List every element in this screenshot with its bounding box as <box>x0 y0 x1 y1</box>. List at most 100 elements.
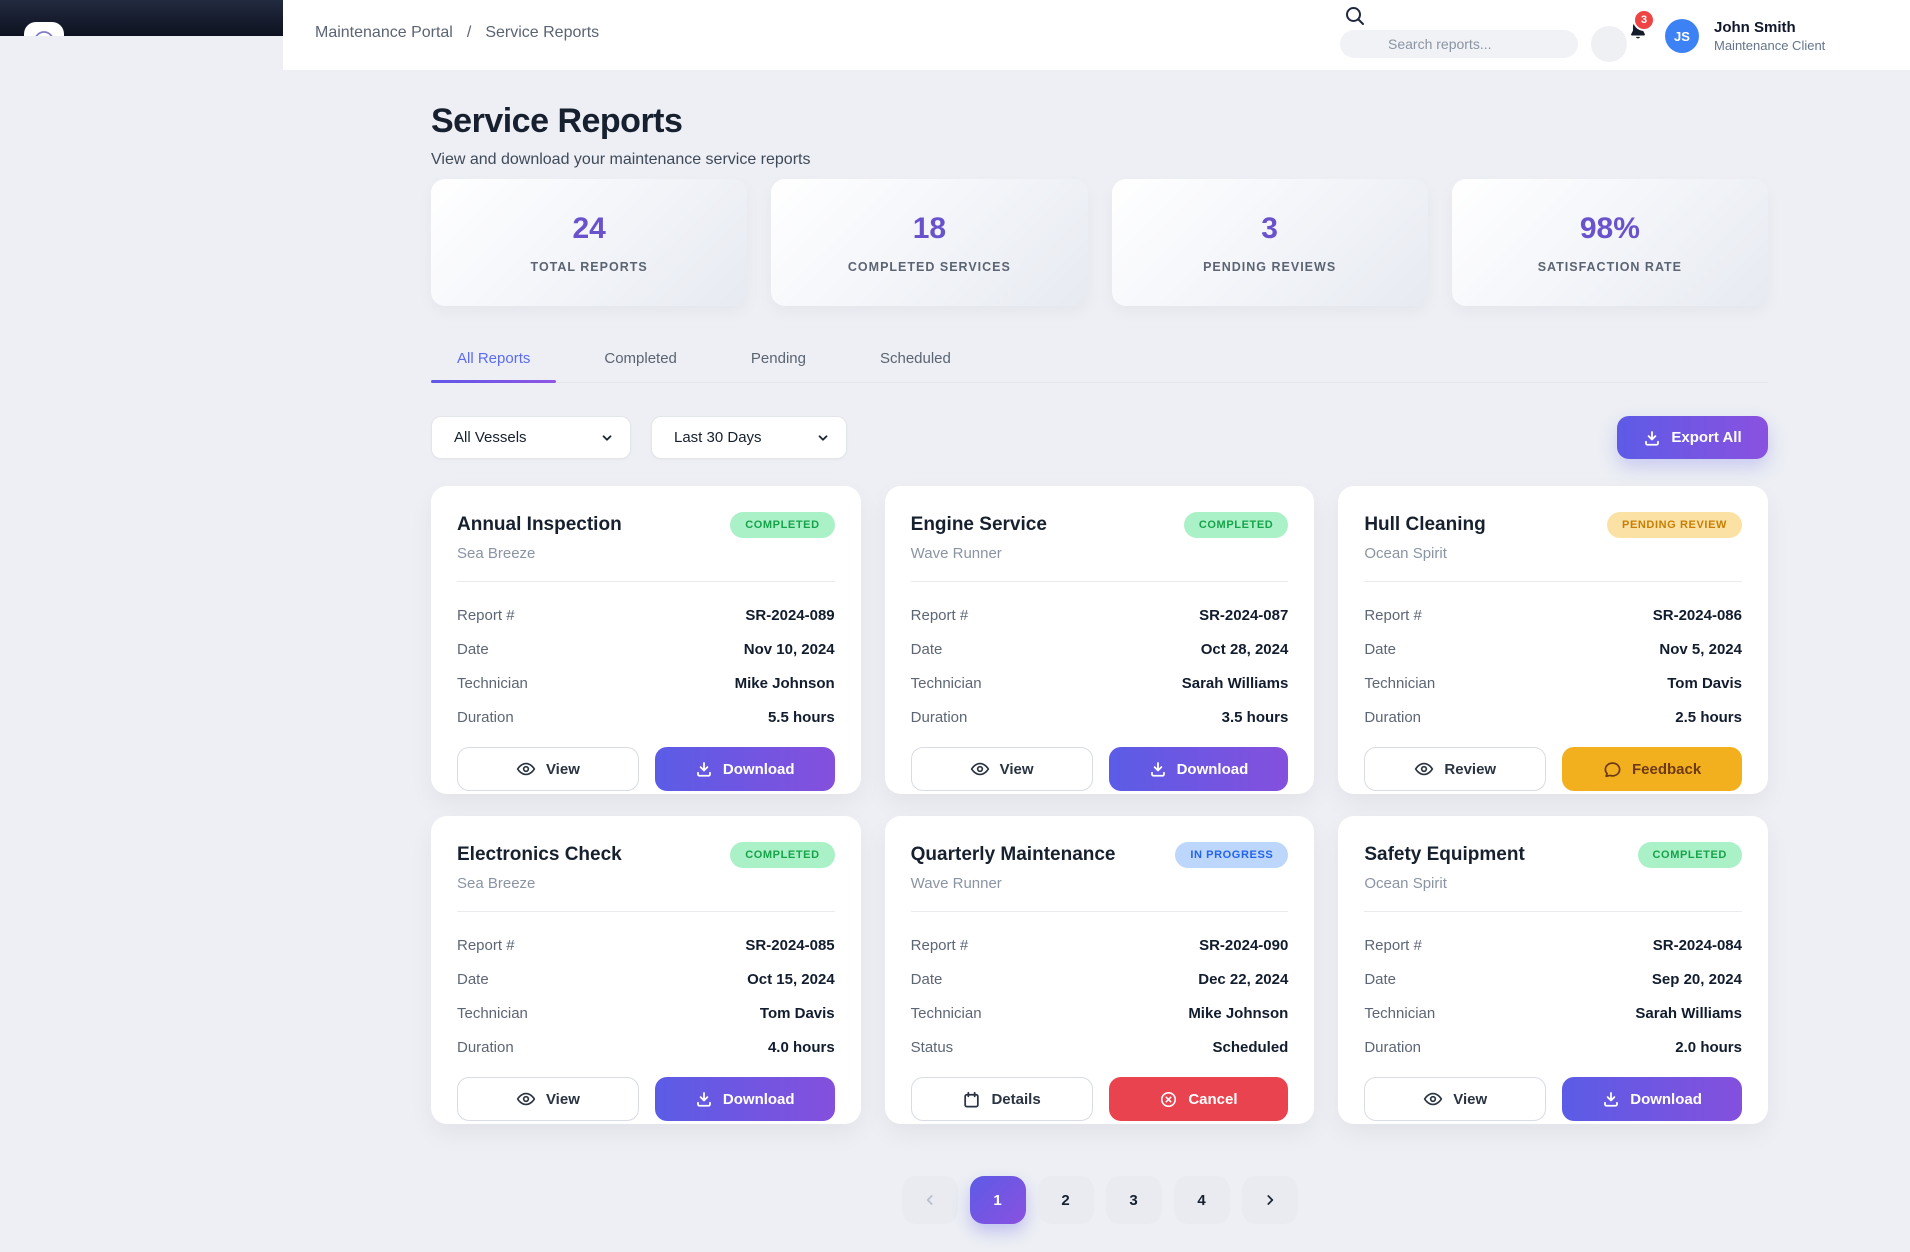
vessel-name: Ocean Spirit <box>1364 545 1742 562</box>
detail-value: 5.5 hours <box>768 709 835 726</box>
details-button-label: Details <box>991 1091 1040 1108</box>
detail-value: 4.0 hours <box>768 1039 835 1056</box>
detail-label: Status <box>911 1039 954 1056</box>
detail-label: Technician <box>457 1005 528 1022</box>
eye-icon <box>516 759 536 779</box>
view-button-label: View <box>546 1091 580 1108</box>
chevron-down-icon <box>816 431 830 445</box>
view-button-label: View <box>1453 1091 1487 1108</box>
divider <box>457 911 835 912</box>
page-button-3[interactable]: 3 <box>1106 1176 1162 1224</box>
detail-label: Date <box>1364 971 1396 988</box>
details-button[interactable]: Details <box>911 1077 1093 1121</box>
detail-label: Technician <box>911 1005 982 1022</box>
detail-value: 3.5 hours <box>1222 709 1289 726</box>
stat-value: 98% <box>1580 212 1640 246</box>
sidebar-top <box>0 0 283 36</box>
stat-label: SATISFACTION RATE <box>1538 260 1682 274</box>
detail-label: Report # <box>1364 607 1422 624</box>
status-badge: COMPLETED <box>1638 842 1742 868</box>
period-filter-select[interactable]: Last 30 Days <box>651 416 847 459</box>
report-card: Annual Inspection COMPLETED Sea Breeze R… <box>431 486 861 794</box>
vessel-filter-select[interactable]: All Vessels <box>431 416 631 459</box>
next-page-button[interactable] <box>1242 1176 1298 1224</box>
app-logo[interactable] <box>24 22 64 36</box>
report-details: Report #SR-2024-089 DateNov 10, 2024 Tec… <box>457 598 835 734</box>
vessel-name: Ocean Spirit <box>1364 875 1742 892</box>
helm-icon <box>32 29 56 36</box>
download-button-label: Download <box>1177 761 1249 778</box>
tab-scheduled[interactable]: Scheduled <box>854 350 977 382</box>
report-details: Report #SR-2024-090 DateDec 22, 2024 Tec… <box>911 928 1289 1064</box>
reports-grid: Annual Inspection COMPLETED Sea Breeze R… <box>431 486 1768 1124</box>
cancel-button-label: Cancel <box>1188 1091 1237 1108</box>
notifications-button[interactable]: 3 <box>1591 6 1647 62</box>
stat-satisfaction-rate: 98% SATISFACTION RATE <box>1452 179 1768 306</box>
divider <box>457 581 835 582</box>
search-input[interactable] <box>1340 30 1578 58</box>
download-icon <box>1149 760 1167 778</box>
tab-all-reports[interactable]: All Reports <box>431 350 556 382</box>
view-button-label: View <box>1000 761 1034 778</box>
page-button-2[interactable]: 2 <box>1038 1176 1094 1224</box>
detail-value: SR-2024-084 <box>1653 937 1742 954</box>
page-button-4[interactable]: 4 <box>1174 1176 1230 1224</box>
view-button[interactable]: View <box>1364 1077 1546 1121</box>
detail-label: Report # <box>457 937 515 954</box>
detail-value: 2.5 hours <box>1675 709 1742 726</box>
download-button[interactable]: Download <box>1562 1077 1742 1121</box>
detail-label: Date <box>457 971 489 988</box>
tab-pending[interactable]: Pending <box>725 350 832 382</box>
user-menu[interactable]: JS John Smith Maintenance Client <box>1665 18 1825 54</box>
download-button[interactable]: Download <box>655 747 835 791</box>
detail-label: Duration <box>1364 1039 1421 1056</box>
cancel-button[interactable]: Cancel <box>1109 1077 1289 1121</box>
vessel-name: Sea Breeze <box>457 875 835 892</box>
detail-label: Duration <box>457 709 514 726</box>
main-content: Service Reports View and download your m… <box>431 70 1768 1224</box>
page-title: Service Reports <box>431 102 1768 141</box>
view-button[interactable]: View <box>457 1077 639 1121</box>
download-icon <box>695 1090 713 1108</box>
report-title: Engine Service <box>911 512 1047 536</box>
stat-label: PENDING REVIEWS <box>1203 260 1336 274</box>
detail-value: SR-2024-089 <box>745 607 834 624</box>
feedback-button-label: Feedback <box>1632 761 1701 778</box>
detail-label: Report # <box>911 607 969 624</box>
status-badge: COMPLETED <box>730 842 834 868</box>
stat-total-reports: 24 TOTAL REPORTS <box>431 179 747 306</box>
detail-value: Nov 10, 2024 <box>744 641 835 658</box>
detail-value: Dec 22, 2024 <box>1198 971 1288 988</box>
detail-label: Report # <box>911 937 969 954</box>
download-button[interactable]: Download <box>655 1077 835 1121</box>
tab-completed[interactable]: Completed <box>578 350 703 382</box>
view-button[interactable]: View <box>457 747 639 791</box>
stat-label: COMPLETED SERVICES <box>848 260 1011 274</box>
feedback-button[interactable]: Feedback <box>1562 747 1742 791</box>
detail-label: Technician <box>1364 1005 1435 1022</box>
page-button-1[interactable]: 1 <box>970 1176 1026 1224</box>
report-card: Electronics Check COMPLETED Sea Breeze R… <box>431 816 861 1124</box>
detail-value: Tom Davis <box>760 1005 835 1022</box>
download-button[interactable]: Download <box>1109 747 1289 791</box>
header-bar: Maintenance Portal / Service Reports 3 J… <box>283 0 1910 70</box>
breadcrumb-parent[interactable]: Maintenance Portal <box>315 24 453 42</box>
previous-page-button[interactable] <box>902 1176 958 1224</box>
review-button[interactable]: Review <box>1364 747 1546 791</box>
status-badge: IN PROGRESS <box>1175 842 1288 868</box>
download-icon <box>695 760 713 778</box>
eye-icon <box>1423 1089 1443 1109</box>
vessel-name: Sea Breeze <box>457 545 835 562</box>
chevron-right-icon <box>1262 1192 1278 1208</box>
stats-row: 24 TOTAL REPORTS 18 COMPLETED SERVICES 3… <box>431 179 1768 306</box>
export-all-button[interactable]: Export All <box>1617 416 1768 459</box>
view-button[interactable]: View <box>911 747 1093 791</box>
user-role: Maintenance Client <box>1714 38 1825 55</box>
stat-value: 18 <box>913 212 946 246</box>
detail-label: Report # <box>1364 937 1422 954</box>
detail-value: Tom Davis <box>1667 675 1742 692</box>
vessel-name: Wave Runner <box>911 875 1289 892</box>
search-icon <box>1343 4 1367 28</box>
report-card: Hull Cleaning PENDING REVIEW Ocean Spiri… <box>1338 486 1768 794</box>
eye-icon <box>1414 759 1434 779</box>
